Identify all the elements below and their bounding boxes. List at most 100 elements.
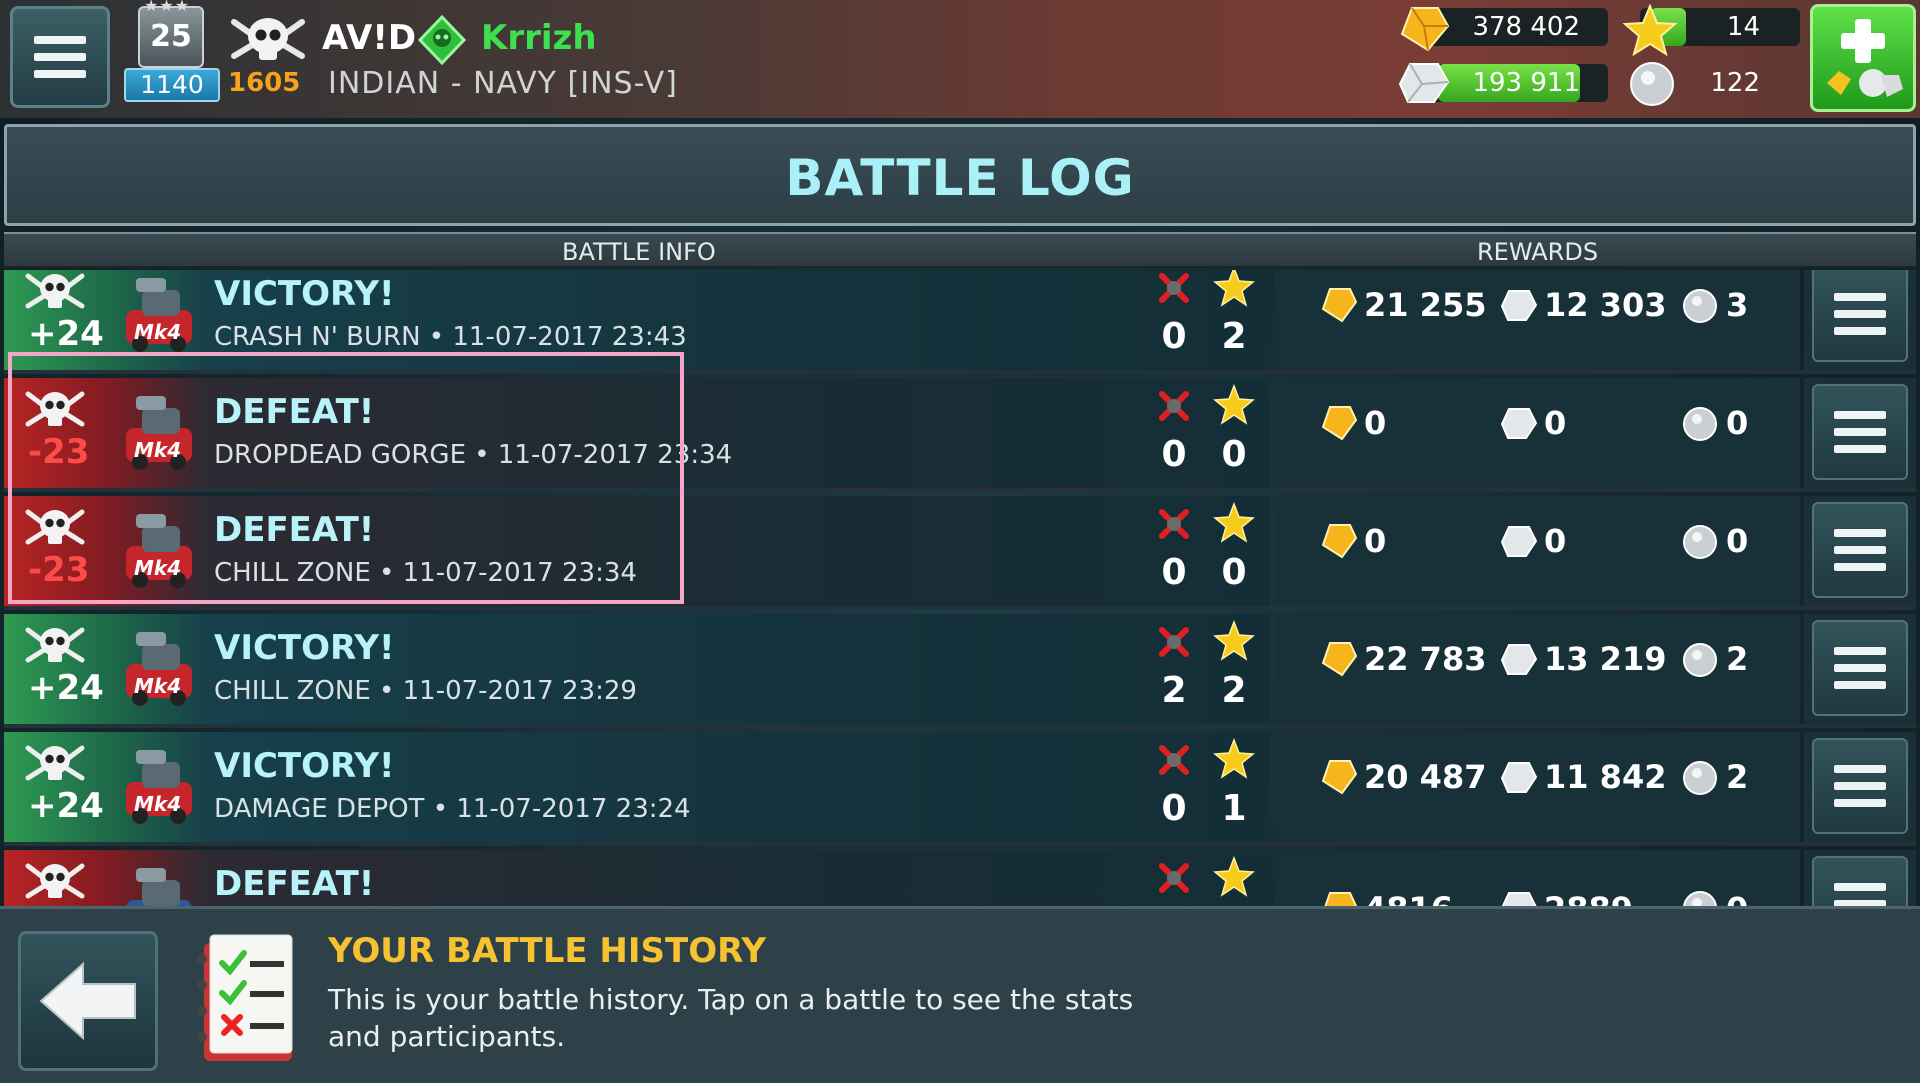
gold-reward: 4816: [1364, 890, 1453, 906]
gold-reward: 21 255: [1364, 286, 1487, 324]
kill-icon: [1159, 273, 1189, 303]
column-header-rewards: REWARDS: [1477, 238, 1599, 266]
silver-icon: [1500, 762, 1538, 793]
battle-row[interactable]: +24 Mk4 VICTORY! CRASH N' BURN • 11-07-2…: [4, 270, 1916, 374]
gold-reward: 0: [1364, 522, 1387, 560]
silver-amount: 193 911: [1472, 68, 1580, 98]
silver-icon: [1500, 290, 1538, 321]
gold-reward: 20 487: [1364, 758, 1487, 796]
battle-details-button[interactable]: [1812, 738, 1908, 834]
gold-reward: 22 783: [1364, 640, 1487, 678]
column-headers: BATTLE INFO REWARDS: [4, 232, 1916, 268]
hamburger-line: [1834, 782, 1886, 790]
checklist-book-icon: [197, 934, 293, 1061]
hamburger-line: [1834, 883, 1886, 891]
back-arrow-icon: [39, 961, 136, 1041]
hamburger-line: [1834, 681, 1886, 689]
battle-result: VICTORY!: [214, 628, 395, 668]
trophy-delta: +24: [28, 786, 104, 826]
top-bar: 25 1140 1605 AV!D Krrizh INDIAN - NAVY […: [0, 0, 1920, 118]
column-header-battle-info: BATTLE INFO: [562, 238, 716, 266]
coin-reward: 0: [1726, 404, 1749, 442]
page-title: BATTLE LOG: [785, 149, 1135, 207]
hamburger-line: [1834, 563, 1886, 571]
battle-details-button[interactable]: [1812, 270, 1908, 362]
coin-reward: 2: [1726, 640, 1749, 678]
gold-icon: [1400, 7, 1450, 52]
menu-cell: [1804, 732, 1916, 842]
hamburger-line: [1834, 546, 1886, 554]
rewards-cell[interactable]: 22 783 13 219 2: [1274, 614, 1800, 724]
menu-cell: [1804, 496, 1916, 606]
stars-amount: 14: [1726, 12, 1760, 42]
gold-amount: 378 402: [1472, 12, 1580, 42]
rewards-cell[interactable]: 20 487 11 842 2: [1274, 732, 1800, 842]
back-button[interactable]: [18, 931, 158, 1071]
battle-row[interactable]: +24 Mk4 VICTORY! DAMAGE DEPOT • 11-07-20…: [4, 732, 1916, 846]
trophy-delta: +24: [28, 314, 104, 354]
battle-details-button[interactable]: [1812, 620, 1908, 716]
battle-info-cell[interactable]: -23 Mk4 DEFEAT! DROPDEAD GORGE • 11-07-2…: [4, 378, 1270, 488]
coin-icon: [1683, 525, 1717, 559]
hamburger-line: [1834, 664, 1886, 672]
battle-details-button[interactable]: [1812, 502, 1908, 598]
battle-row[interactable]: +24 Mk4 VICTORY! CHILL ZONE • 11-07-2017…: [4, 614, 1916, 728]
battle-result: VICTORY!: [214, 746, 395, 786]
hamburger-line: [1834, 647, 1886, 655]
coin-icon: [1683, 643, 1717, 677]
battle-details-button[interactable]: [1812, 856, 1908, 906]
battle-result: DEFEAT!: [214, 864, 375, 904]
battle-info-cell[interactable]: +24 Mk4 VICTORY! DAMAGE DEPOT • 11-07-20…: [4, 732, 1270, 842]
add-resources-icon: [1827, 19, 1903, 97]
silver-icon: [1500, 644, 1538, 675]
coins-amount: 122: [1710, 68, 1760, 98]
battle-info-cell[interactable]: +24 Mk4 VICTORY! CHILL ZONE • 11-07-2017…: [4, 614, 1270, 724]
battle-details-button[interactable]: [1812, 384, 1908, 480]
hamburger-line: [34, 70, 86, 78]
kills-count: 0: [1161, 788, 1187, 829]
coin-icon: [1683, 407, 1717, 441]
clan-name[interactable]: Krrizh: [481, 18, 597, 58]
battle-row[interactable]: -23 Mk4 DEFEAT! DROPDEAD GORGE • 11-07-2…: [4, 378, 1916, 492]
coin-reward: 2: [1726, 758, 1749, 796]
robot-mark-label: Mk4: [134, 320, 182, 344]
hamburger-line: [34, 53, 86, 61]
battle-map-time: DAMAGE DEPOT • 11-07-2017 23:24: [214, 794, 691, 824]
battle-list[interactable]: +24 Mk4 VICTORY! CRASH N' BURN • 11-07-2…: [4, 270, 1916, 906]
silver-reward: 12 303: [1544, 286, 1667, 324]
hamburger-line: [1834, 411, 1886, 419]
coin-reward: 0: [1726, 522, 1749, 560]
battle-map-time: CHILL ZONE • 11-07-2017 23:34: [214, 558, 637, 588]
rewards-cell[interactable]: 4816 2889 0: [1274, 850, 1800, 906]
silver-reward: 11 842: [1544, 758, 1667, 796]
main-menu-button[interactable]: [10, 6, 110, 108]
menu-cell: [1804, 270, 1916, 370]
kill-icon: [1159, 745, 1189, 775]
kills-count: 0: [1161, 316, 1187, 357]
battle-result: VICTORY!: [214, 274, 395, 314]
kills-count: 2: [1161, 670, 1187, 711]
rewards-cell[interactable]: 0 0 0: [1274, 496, 1800, 606]
coin-icon: [1630, 62, 1674, 106]
trophy-delta: +24: [28, 668, 104, 708]
battle-info-cell[interactable]: +24 Mk4 VICTORY! CRASH N' BURN • 11-07-2…: [4, 270, 1270, 370]
battle-history-description: This is your battle history. Tap on a ba…: [328, 983, 1134, 1053]
stars-count: 0: [1221, 434, 1247, 475]
skull-icon: [231, 18, 305, 60]
xp-badge: 1140: [124, 68, 220, 102]
battle-row[interactable]: -23 Mk4 DEFEAT! CHILL ZONE • 11-07-2017 …: [4, 496, 1916, 610]
player-name: AV!D: [322, 18, 417, 58]
add-resources-button[interactable]: [1810, 4, 1916, 112]
stars-count: 2: [1221, 316, 1247, 357]
battle-info-cell[interactable]: DEFEAT!: [4, 850, 1270, 906]
star-icon: [1213, 738, 1255, 779]
battle-row[interactable]: DEFEAT! 4816 2889 0: [4, 850, 1916, 906]
level-badge: 25: [138, 0, 204, 68]
stars-count: 2: [1221, 670, 1247, 711]
robot-mark-label: Mk4: [134, 792, 182, 816]
rewards-cell[interactable]: 0 0 0: [1274, 378, 1800, 488]
rewards-cell[interactable]: 21 255 12 303 3: [1274, 270, 1800, 370]
battle-info-cell[interactable]: -23 Mk4 DEFEAT! CHILL ZONE • 11-07-2017 …: [4, 496, 1270, 606]
kill-icon: [1159, 509, 1189, 539]
kill-icon: [1159, 863, 1189, 893]
